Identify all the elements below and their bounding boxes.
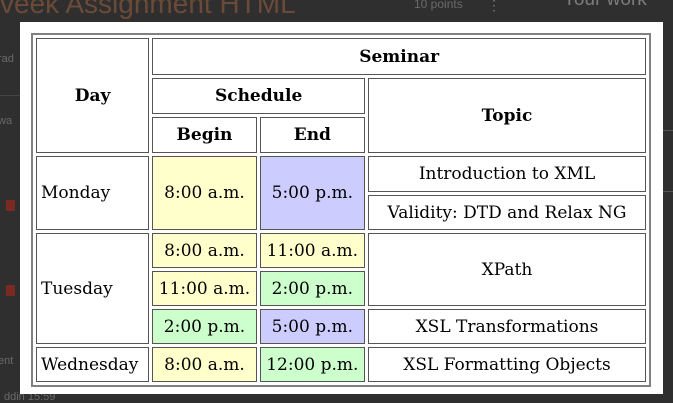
cell-begin: 2:00 p.m.	[152, 309, 257, 344]
assignment-title: veek Assignment HTML	[0, 0, 296, 19]
cell-end: 12:00 p.m.	[259, 347, 365, 382]
cell-topic: XSL Transformations	[367, 309, 646, 344]
header-end: End	[259, 117, 365, 153]
header-day: Day	[36, 38, 150, 153]
header-seminar: Seminar	[152, 38, 646, 75]
flag-icon	[6, 200, 15, 211]
side-text-2: wa	[0, 115, 13, 127]
cell-end: 2:00 p.m.	[259, 271, 365, 306]
points-label: 10 points	[414, 0, 463, 11]
cell-begin: 8:00 a.m.	[152, 156, 257, 230]
header-schedule: Schedule	[152, 78, 365, 114]
header-begin: Begin	[152, 117, 257, 153]
divider	[0, 95, 20, 96]
cell-begin: 8:00 a.m.	[152, 233, 257, 268]
cell-topic: Introduction to XML	[367, 156, 646, 192]
day-monday: Monday	[36, 156, 150, 230]
side-text-3: ent	[0, 355, 14, 367]
cell-topic: XPath	[367, 233, 646, 306]
image-preview-dialog: Day Seminar Schedule Topic Begin End Mon…	[20, 22, 663, 394]
cell-topic: XSL Formatting Objects	[367, 347, 646, 382]
day-tuesday: Tuesday	[36, 233, 150, 344]
cell-end: 5:00 p.m.	[259, 156, 365, 230]
your-work-heading: Your work	[563, 0, 647, 11]
cell-end: 11:00 a.m.	[259, 233, 365, 268]
cell-topic: Validity: DTD and Relax NG	[367, 195, 646, 230]
header-topic: Topic	[367, 78, 646, 153]
seminar-schedule-table: Day Seminar Schedule Topic Begin End Mon…	[31, 33, 651, 387]
side-text-1: rad	[0, 53, 14, 65]
cell-begin: 11:00 a.m.	[152, 271, 257, 306]
cell-begin: 8:00 a.m.	[152, 347, 257, 382]
flag-icon	[6, 285, 15, 296]
day-wednesday: Wednesday	[36, 347, 150, 382]
more-options-icon: ⋮	[487, 0, 501, 13]
cell-end: 5:00 p.m.	[259, 309, 365, 344]
